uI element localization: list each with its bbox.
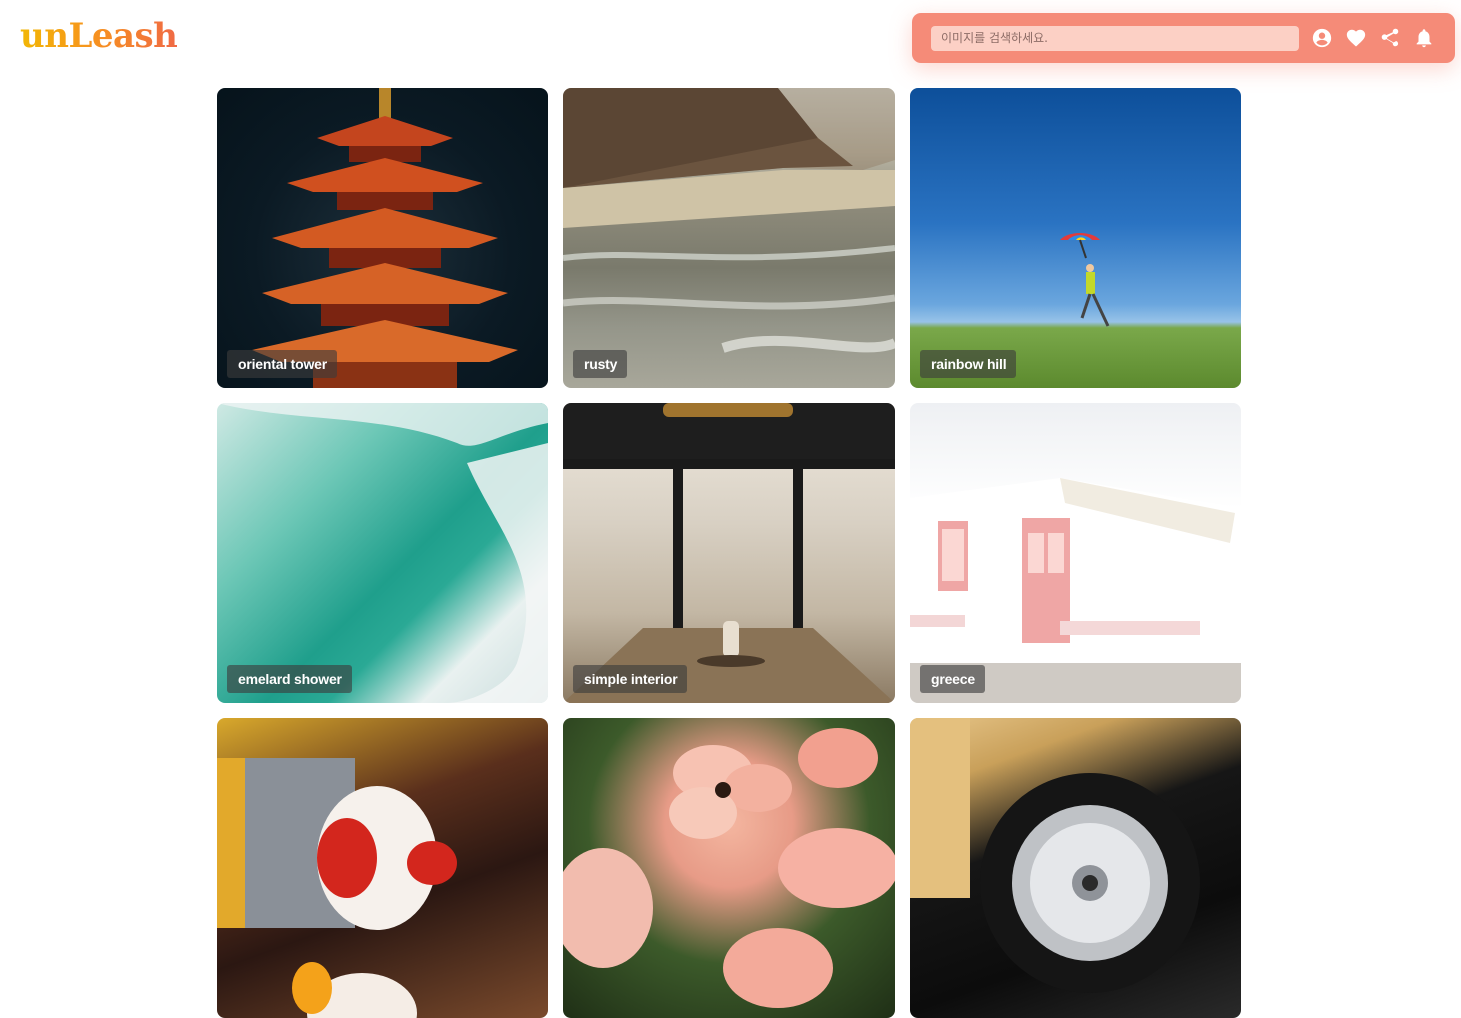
bell-icon[interactable] (1413, 27, 1435, 49)
gallery-card-lucky-cat[interactable] (217, 718, 548, 1018)
card-title: simple interior (573, 665, 688, 693)
card-title: oriental tower (227, 350, 337, 378)
image-gallery: oriental tower rusty rainbow hill emelar… (217, 88, 1241, 1018)
top-action-bar (912, 13, 1455, 63)
gallery-card-car-wheel[interactable] (910, 718, 1241, 1018)
white-house-photo (910, 403, 1241, 703)
share-icon[interactable] (1379, 27, 1401, 49)
pagoda-photo (217, 88, 548, 388)
gallery-card-rainbow-hill[interactable]: rainbow hill (910, 88, 1241, 388)
gallery-card-oriental-tower[interactable]: oriental tower (217, 88, 548, 388)
gallery-card-rusty[interactable]: rusty (563, 88, 895, 388)
ocean-wave-photo (217, 403, 548, 703)
dining-room-photo (563, 403, 895, 703)
user-circle-icon[interactable] (1311, 27, 1333, 49)
gallery-card-emelard-shower[interactable]: emelard shower (217, 403, 548, 703)
gallery-card-simple-interior[interactable]: simple interior (563, 403, 895, 703)
flowers-photo (563, 718, 895, 1018)
car-wheel-photo (910, 718, 1241, 1018)
card-title: emelard shower (227, 665, 352, 693)
search-input[interactable] (931, 25, 1299, 51)
card-title: greece (920, 665, 985, 693)
app-logo[interactable]: unLeash (20, 14, 178, 58)
header-icons (1311, 27, 1447, 49)
gallery-card-greece[interactable]: greece (910, 403, 1241, 703)
coast-photo (563, 88, 895, 388)
umbrella-jump-photo (910, 88, 1241, 388)
lucky-cat-photo (217, 718, 548, 1018)
card-title: rainbow hill (920, 350, 1017, 378)
heart-icon[interactable] (1345, 27, 1367, 49)
gallery-card-flowers[interactable] (563, 718, 895, 1018)
card-title: rusty (573, 350, 628, 378)
